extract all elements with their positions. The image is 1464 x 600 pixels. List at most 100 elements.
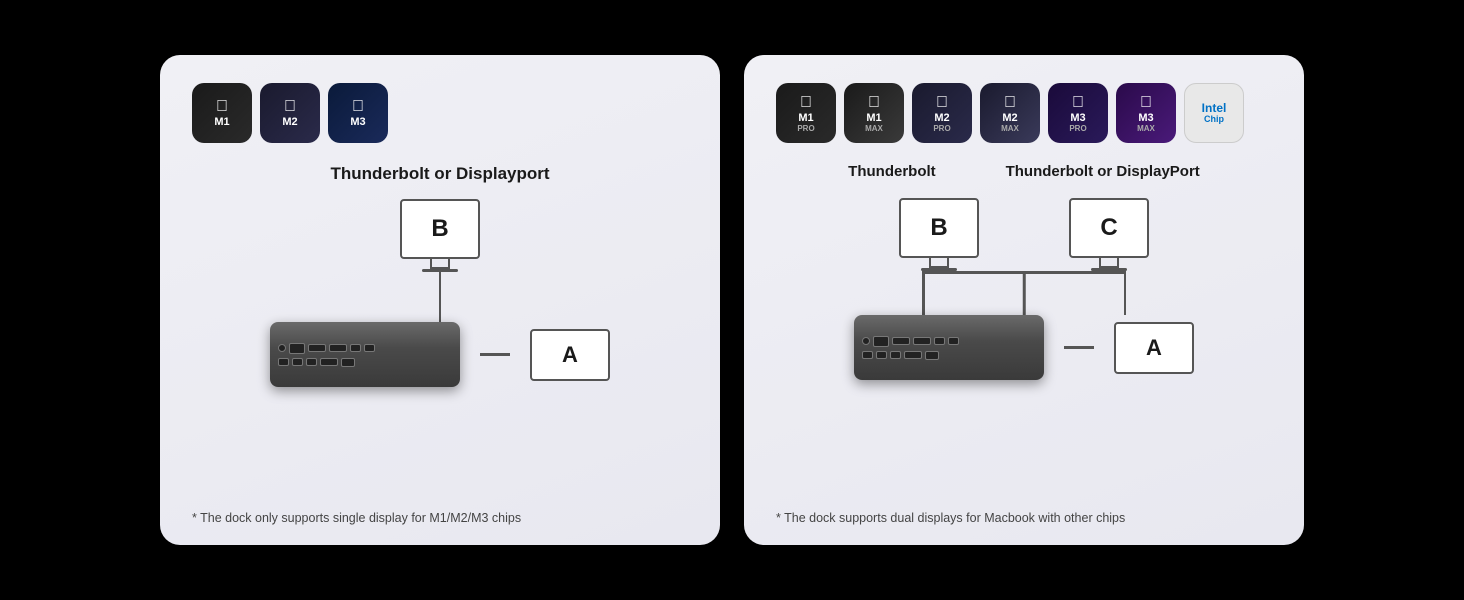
dock-inner-dual bbox=[854, 315, 1044, 380]
footnote-dual: * The dock supports dual displays for Ma… bbox=[776, 495, 1272, 525]
chip-m1pro-label: M1 bbox=[798, 113, 813, 124]
port-tb1-dual bbox=[862, 351, 873, 359]
port-usb3 bbox=[350, 344, 361, 352]
chip-m2-label: M2 bbox=[282, 117, 297, 128]
chip-m1max-sub: MAX bbox=[865, 125, 883, 133]
port-hdmi bbox=[320, 358, 338, 366]
dock-top-row-dual bbox=[862, 336, 1036, 347]
port-usb1-dual bbox=[892, 337, 910, 345]
port-tb3 bbox=[306, 358, 317, 366]
dock-bottom-row-dual bbox=[862, 351, 1036, 360]
diagram-dual: Thunderbolt Thunderbolt or DisplayPort B… bbox=[776, 163, 1272, 495]
monitors-wrapper: B C bbox=[899, 198, 1149, 271]
port-usb2 bbox=[329, 344, 347, 352]
chip-m1:  M1 bbox=[192, 83, 252, 143]
apple-logo-m2max:  bbox=[1004, 94, 1016, 112]
port-sd bbox=[341, 358, 355, 367]
port-usb3-dual bbox=[934, 337, 945, 345]
footnote-single: * The dock only supports single display … bbox=[192, 495, 688, 525]
chip-intel: Intel Chip bbox=[1184, 83, 1244, 143]
port-usb2-dual bbox=[913, 337, 931, 345]
chip-m2max-sub: MAX bbox=[1001, 125, 1019, 133]
monitor-c-label: C bbox=[1100, 214, 1117, 242]
bridge-connector bbox=[884, 271, 1164, 315]
dock-bottom-row bbox=[278, 358, 452, 367]
port-led-dual bbox=[862, 337, 870, 345]
chip-m3pro-label: M3 bbox=[1070, 113, 1085, 124]
bridge-v-center bbox=[1023, 271, 1026, 315]
monitor-c-box: C bbox=[1069, 198, 1149, 258]
chips-row-single:  M1  M2  M3 bbox=[192, 83, 688, 143]
monitor-b-wrap-dual: B bbox=[899, 198, 979, 271]
port-tb3-dual bbox=[890, 351, 901, 359]
main-container:  M1  M2  M3 Thunderbolt or Displaypor… bbox=[0, 35, 1464, 565]
monitor-b-stand bbox=[430, 259, 450, 269]
diagram-single: Thunderbolt or Displayport B bbox=[192, 163, 688, 495]
chip-m3max:  M3 MAX bbox=[1116, 83, 1176, 143]
bridge-v-right bbox=[1124, 271, 1127, 315]
chip-m3max-label: M3 bbox=[1138, 113, 1153, 124]
laptop-a-label-single: A bbox=[562, 342, 578, 368]
dock-row-single: A bbox=[270, 322, 610, 387]
chip-m2max:  M2 MAX bbox=[980, 83, 1040, 143]
apple-logo-m1:  bbox=[216, 98, 228, 116]
monitor-c-stand bbox=[1099, 258, 1119, 268]
connector-h-single bbox=[480, 353, 510, 356]
chip-m2pro-sub: PRO bbox=[933, 125, 950, 133]
chip-m3:  M3 bbox=[328, 83, 388, 143]
dock-device-single bbox=[270, 322, 460, 387]
monitor-c-header: Thunderbolt or DisplayPort bbox=[1006, 163, 1200, 180]
monitor-b-label: B bbox=[431, 215, 448, 243]
card-single:  M1  M2  M3 Thunderbolt or Displaypor… bbox=[160, 55, 720, 545]
connector-h-dual bbox=[1064, 346, 1094, 349]
chip-m3pro-sub: PRO bbox=[1069, 125, 1086, 133]
laptop-a-dual: A bbox=[1114, 322, 1194, 374]
chip-m3pro:  M3 PRO bbox=[1048, 83, 1108, 143]
port-usb4-dual bbox=[948, 337, 959, 345]
apple-logo-m3:  bbox=[352, 98, 364, 116]
card-dual:  M1 PRO  M1 MAX  M2 PRO  M2 MAX bbox=[744, 55, 1304, 545]
port-tb2-dual bbox=[876, 351, 887, 359]
dual-labels-row: Thunderbolt Thunderbolt or DisplayPort bbox=[813, 163, 1235, 190]
chips-row-dual:  M1 PRO  M1 MAX  M2 PRO  M2 MAX bbox=[776, 83, 1272, 143]
diagram-label-single: Thunderbolt or Displayport bbox=[330, 163, 549, 185]
chip-m1pro-sub: PRO bbox=[797, 125, 814, 133]
chip-m1max-label: M1 bbox=[866, 113, 881, 124]
laptop-a-label-dual: A bbox=[1146, 335, 1162, 361]
monitor-b-box: B bbox=[400, 199, 480, 259]
port-sd-dual bbox=[925, 351, 939, 360]
dock-device-dual bbox=[854, 315, 1044, 380]
single-display-layout: Thunderbolt or Displayport B bbox=[192, 163, 688, 387]
chip-m1pro:  M1 PRO bbox=[776, 83, 836, 143]
port-usb4 bbox=[364, 344, 375, 352]
apple-logo-m2:  bbox=[284, 98, 296, 116]
port-usb1 bbox=[308, 344, 326, 352]
port-led bbox=[278, 344, 286, 352]
dock-inner-single bbox=[270, 322, 460, 387]
port-tb2 bbox=[292, 358, 303, 366]
monitor-b-wrap: B bbox=[400, 199, 480, 272]
chip-m3-label: M3 bbox=[350, 117, 365, 128]
port-hdmi-dual bbox=[904, 351, 922, 359]
apple-logo-m2pro:  bbox=[936, 94, 948, 112]
dock-top-row bbox=[278, 343, 452, 354]
chip-m1-label: M1 bbox=[214, 117, 229, 128]
laptop-a-single: A bbox=[530, 329, 610, 381]
dock-row-dual: A bbox=[854, 315, 1194, 380]
monitor-b-label-dual: B bbox=[930, 214, 947, 242]
apple-logo-m1pro:  bbox=[800, 94, 812, 112]
apple-logo-m3pro:  bbox=[1072, 94, 1084, 112]
monitor-c-wrap: C bbox=[1069, 198, 1149, 271]
chip-intel-label: Intel bbox=[1202, 102, 1227, 114]
connector-v-single bbox=[439, 272, 442, 322]
monitor-b-header: Thunderbolt bbox=[848, 163, 935, 180]
monitor-b-box-dual: B bbox=[899, 198, 979, 258]
port-eth bbox=[289, 343, 305, 354]
bridge-v-left bbox=[922, 271, 925, 315]
chip-m2:  M2 bbox=[260, 83, 320, 143]
chip-m2max-label: M2 bbox=[1002, 113, 1017, 124]
apple-logo-m3max:  bbox=[1140, 94, 1152, 112]
chip-intel-sub: Chip bbox=[1204, 115, 1224, 124]
port-eth-dual bbox=[873, 336, 889, 347]
chip-m2pro-label: M2 bbox=[934, 113, 949, 124]
